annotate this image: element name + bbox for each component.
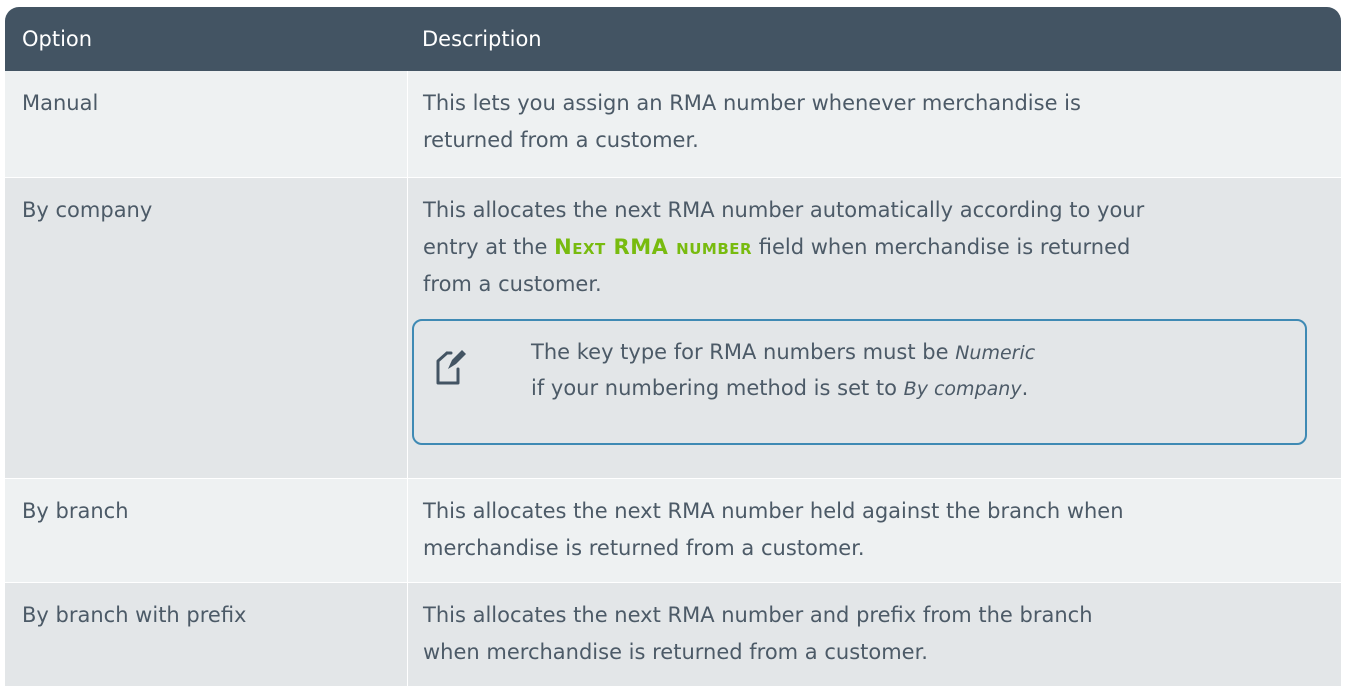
- table-header-row: Option Description: [5, 7, 1341, 71]
- description-text: field when merchandise is returned: [752, 235, 1131, 259]
- option-cell: By branch: [5, 479, 407, 583]
- description-line: merchandise is returned from a customer.: [423, 536, 865, 560]
- description-line: when merchandise is returned from a cust…: [423, 640, 928, 664]
- note-edit-icon: [436, 350, 466, 385]
- option-cell: Manual: [5, 71, 407, 178]
- description-line: from a customer.: [423, 272, 602, 296]
- note-text: The key type for RMA numbers must be Num…: [531, 335, 1295, 407]
- field-reference-next-rma-number: Next RMA number: [554, 235, 753, 259]
- table-row-by-branch-with-prefix: By branch with prefix This allocates the…: [5, 583, 1341, 687]
- description-line: returned from a customer.: [423, 128, 699, 152]
- description-line: This allocates the next RMA number and p…: [423, 603, 1093, 627]
- option-cell: By branch with prefix: [5, 583, 407, 687]
- column-header-option: Option: [5, 7, 407, 71]
- note-emphasis: By company: [903, 378, 1022, 400]
- note-text-part: if your numbering method is set to: [531, 376, 904, 400]
- note-emphasis: Numeric: [955, 342, 1036, 364]
- option-cell: By company: [5, 178, 407, 479]
- description-line: This allocates the next RMA number autom…: [423, 198, 1145, 222]
- description-line: This lets you assign an RMA number whene…: [423, 91, 1081, 115]
- description-cell: This allocates the next RMA number and p…: [407, 583, 1341, 687]
- description-cell: This allocates the next RMA number held …: [407, 479, 1341, 583]
- note-box: The key type for RMA numbers must be Num…: [412, 319, 1307, 445]
- note-text-part: .: [1021, 376, 1029, 400]
- table-row-manual: Manual This lets you assign an RMA numbe…: [5, 71, 1341, 178]
- column-header-description: Description: [407, 7, 1341, 71]
- options-table: Option Description Manual This lets you …: [5, 7, 1341, 687]
- description-cell: This allocates the next RMA number autom…: [407, 178, 1341, 479]
- table-row-by-company: By company This allocates the next RMA n…: [5, 178, 1341, 479]
- description-cell: This lets you assign an RMA number whene…: [407, 71, 1341, 178]
- note-text-part: The key type for RMA numbers must be: [531, 340, 956, 364]
- table-row-by-branch: By branch This allocates the next RMA nu…: [5, 479, 1341, 583]
- description-line: This allocates the next RMA number held …: [423, 499, 1124, 523]
- description-text: entry at the: [423, 235, 555, 259]
